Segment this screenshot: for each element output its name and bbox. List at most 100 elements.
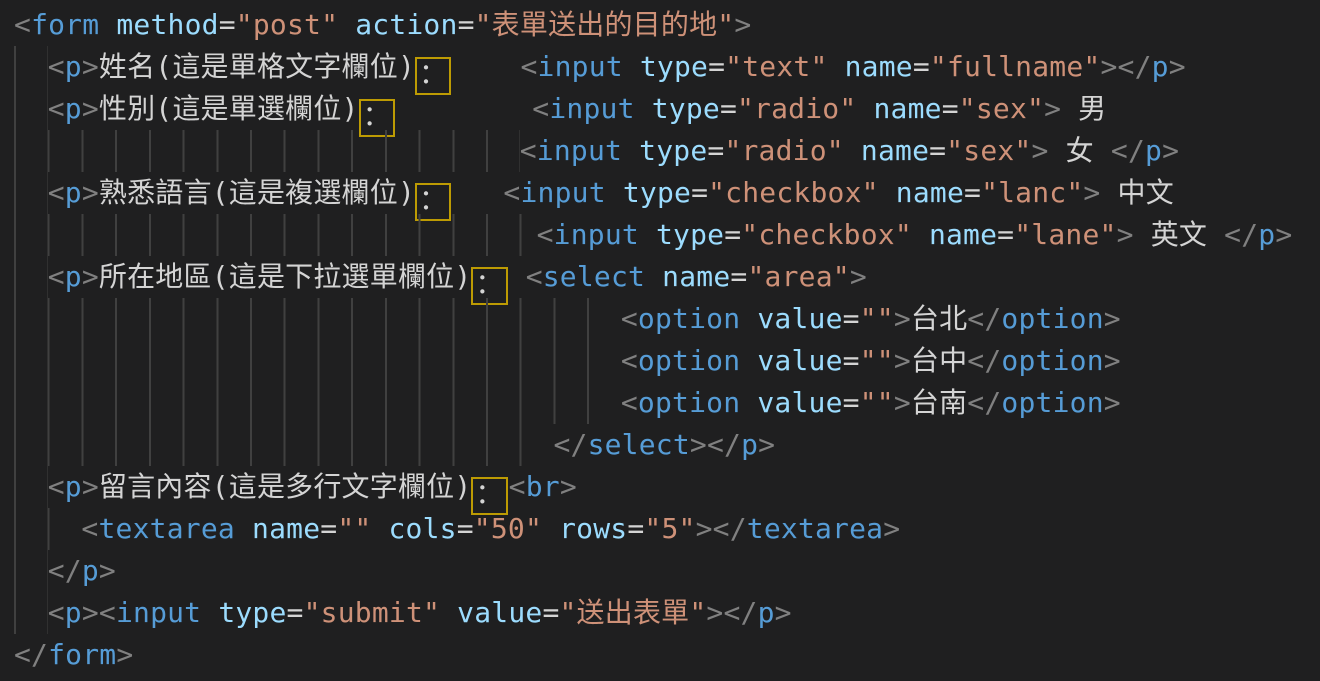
code-token: p (65, 92, 82, 125)
code-token (201, 596, 218, 629)
code-token: select (543, 260, 645, 293)
code-token: "fullname" (930, 50, 1101, 83)
code-line: <option value="">台北</option> (14, 298, 1320, 340)
code-token: >< (82, 596, 116, 629)
code-token: = (691, 176, 708, 209)
code-token: > (1044, 92, 1061, 125)
code-token: </ (1224, 218, 1258, 251)
code-token: > (82, 92, 99, 125)
code-token: "checkbox" (741, 218, 912, 251)
code-token: </ (967, 302, 1001, 335)
code-token: p (1152, 50, 1169, 83)
code-token: > (894, 302, 911, 335)
indent-guides (14, 172, 48, 214)
code-token: value (457, 596, 542, 629)
code-token: form (48, 638, 116, 671)
code-token: "表單送出的目的地" (475, 8, 735, 41)
code-token: = (997, 218, 1014, 251)
code-area[interactable]: <form method="post" action="表單送出的目的地"><p… (14, 4, 1320, 681)
code-line: <p>熟悉語言(這是複選欄位)： <input type="checkbox" … (14, 172, 1320, 214)
code-token: method (116, 8, 218, 41)
code-line: <p>性別(這是單選欄位)： <input type="radio" name=… (14, 88, 1320, 130)
code-line: <option value="">台中</option> (14, 340, 1320, 382)
code-token (740, 302, 757, 335)
code-token: > (1104, 302, 1121, 335)
code-token: action (355, 8, 457, 41)
code-token: = (708, 50, 725, 83)
code-token: "lanc" (981, 176, 1083, 209)
code-token: select (588, 428, 690, 461)
code-token (623, 50, 640, 83)
code-line: <p>留言內容(這是多行文字欄位)：<br> (14, 466, 1320, 508)
indent-guides (14, 130, 520, 172)
code-token: > (82, 470, 99, 503)
code-token: option (1001, 386, 1103, 419)
code-token: "text" (725, 50, 827, 83)
code-token: name (662, 260, 730, 293)
code-token (622, 134, 639, 167)
code-token: = (730, 260, 747, 293)
indent-guides (14, 256, 48, 298)
code-token: rows (559, 512, 627, 545)
code-token: "" (860, 302, 894, 335)
code-token: type (656, 218, 724, 251)
code-token (879, 176, 896, 209)
code-token: > (1169, 50, 1186, 83)
code-line: <p><input type="submit" value="送出表單"></p… (14, 592, 1320, 634)
code-token: "50" (474, 512, 542, 545)
code-token: ></ (706, 596, 757, 629)
code-token: = (627, 512, 644, 545)
code-token (635, 92, 652, 125)
code-token: p (65, 260, 82, 293)
code-token: < (621, 344, 638, 377)
indent-guides (14, 466, 48, 508)
code-token: "" (860, 386, 894, 419)
code-token: name (252, 512, 320, 545)
code-editor[interactable]: <form method="post" action="表單送出的目的地"><p… (0, 0, 1320, 681)
code-token: > (82, 50, 99, 83)
code-token (639, 218, 656, 251)
code-token: > (1117, 218, 1134, 251)
code-token: p (65, 470, 82, 503)
code-token: input (520, 176, 605, 209)
code-token: > (116, 638, 133, 671)
code-token: "lane" (1014, 218, 1116, 251)
code-token: option (1001, 302, 1103, 335)
code-token: = (964, 176, 981, 209)
code-token: > (99, 554, 116, 587)
code-token: input (549, 92, 634, 125)
code-token: type (652, 92, 720, 125)
code-token: "radio" (737, 92, 856, 125)
code-token: </ (967, 386, 1001, 419)
code-token: option (1001, 344, 1103, 377)
code-token (740, 386, 757, 419)
code-token: = (843, 386, 860, 419)
code-token: > (734, 8, 751, 41)
code-token: form (31, 8, 99, 41)
code-token: < (503, 176, 520, 209)
code-token: p (65, 176, 82, 209)
code-token: > (850, 260, 867, 293)
code-token: 台南 (911, 386, 967, 419)
code-token: 英文 (1134, 218, 1225, 251)
code-token: > (560, 470, 577, 503)
code-token: "submit" (304, 596, 440, 629)
code-token: > (1104, 386, 1121, 419)
code-token: option (638, 302, 740, 335)
code-token: 熟悉語言(這是複選欄位) (99, 176, 415, 209)
code-token (235, 512, 252, 545)
code-token: value (757, 302, 842, 335)
code-token: < (48, 260, 65, 293)
code-token: 女 (1049, 134, 1111, 167)
code-token: = (707, 134, 724, 167)
code-token: > (775, 596, 792, 629)
code-line: <input type="radio" name="sex"> 女 </p> (14, 130, 1320, 172)
code-token: 留言內容(這是多行文字欄位) (99, 470, 472, 503)
code-token: "" (337, 512, 371, 545)
code-token: ></ (696, 512, 747, 545)
code-token: = (287, 596, 304, 629)
code-token: type (639, 134, 707, 167)
code-token: value (757, 344, 842, 377)
code-token: p (741, 428, 758, 461)
code-token (371, 512, 388, 545)
